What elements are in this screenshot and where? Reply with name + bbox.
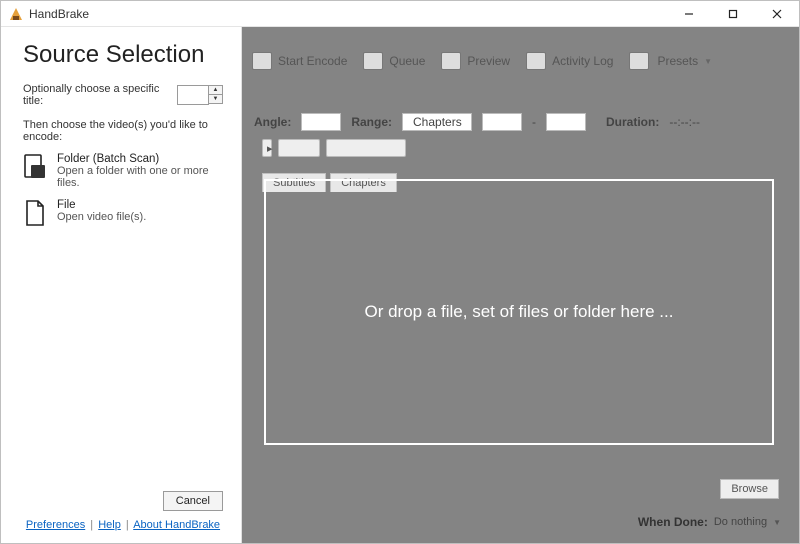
drop-zone[interactable]: Or drop a file, set of files or folder h… <box>264 179 774 445</box>
title-input[interactable] <box>177 85 209 105</box>
minimize-button[interactable] <box>667 1 711 27</box>
range-sep: - <box>532 115 536 129</box>
bg-angle-row: Angle: Range: Chapters - Duration: --:--… <box>254 113 779 131</box>
presets-icon <box>629 52 649 70</box>
range-label: Range: <box>351 115 392 129</box>
window-controls <box>667 1 799 27</box>
open-folder-choice[interactable]: Folder (Batch Scan) Open a folder with o… <box>23 153 223 189</box>
when-done-row: When Done: Do nothing ▼ <box>638 515 781 529</box>
angle-value[interactable] <box>301 113 341 131</box>
pill-arrow[interactable]: ▸ <box>262 139 272 157</box>
link-about[interactable]: About HandBrake <box>133 519 220 531</box>
app-icon <box>9 7 23 21</box>
range-from[interactable] <box>482 113 522 131</box>
duration-value: --:--:-- <box>669 115 700 129</box>
spin-down[interactable]: ▼ <box>208 94 223 104</box>
tb-presets[interactable]: Presets▼ <box>629 52 712 70</box>
duration-label: Duration: <box>606 115 659 129</box>
source-selection-panel: Source Selection Optionally choose a spe… <box>1 27 242 543</box>
cancel-button[interactable]: Cancel <box>163 491 223 511</box>
folder-sub: Open a folder with one or more files. <box>57 165 223 189</box>
angle-label: Angle: <box>254 115 291 129</box>
range-type[interactable]: Chapters <box>402 113 472 131</box>
window-title: HandBrake <box>29 7 89 21</box>
link-help[interactable]: Help <box>98 519 121 531</box>
when-done-label: When Done: <box>638 515 708 529</box>
close-button[interactable] <box>755 1 799 27</box>
panel-heading: Source Selection <box>23 41 223 69</box>
bg-pill-row: ▸ <box>242 139 406 157</box>
open-file-choice[interactable]: File Open video file(s). <box>23 199 223 227</box>
file-sub: Open video file(s). <box>57 211 146 223</box>
chevron-down-icon: ▼ <box>704 57 712 66</box>
when-done-select[interactable]: Do nothing <box>714 516 767 528</box>
title-spinner: ▲ ▼ <box>177 85 223 105</box>
folder-title: Folder (Batch Scan) <box>57 153 223 165</box>
toolbar: Start Encode Queue Preview Activity Log … <box>232 43 799 79</box>
pill-1[interactable] <box>278 139 320 157</box>
file-title: File <box>57 199 146 211</box>
tb-preview[interactable]: Preview <box>441 52 510 70</box>
tb-start-encode[interactable]: Start Encode <box>252 52 347 70</box>
encode-label: Then choose the video(s) you'd like to e… <box>23 119 223 143</box>
link-preferences[interactable]: Preferences <box>26 519 85 531</box>
maximize-button[interactable] <box>711 1 755 27</box>
file-icon <box>23 199 47 227</box>
preview-icon <box>441 52 461 70</box>
play-icon <box>252 52 272 70</box>
panel-links: Preferences | Help | About HandBrake <box>23 519 223 533</box>
queue-icon <box>363 52 383 70</box>
log-icon <box>526 52 546 70</box>
tb-queue[interactable]: Queue <box>363 52 425 70</box>
folder-icon <box>23 153 47 181</box>
tb-activity[interactable]: Activity Log <box>526 52 613 70</box>
title-label: Optionally choose a specific title: <box>23 83 171 107</box>
pill-2[interactable] <box>326 139 406 157</box>
browse-button[interactable]: Browse <box>720 479 779 499</box>
range-to[interactable] <box>546 113 586 131</box>
chevron-down-icon: ▼ <box>773 518 781 527</box>
drop-text: Or drop a file, set of files or folder h… <box>365 302 674 322</box>
